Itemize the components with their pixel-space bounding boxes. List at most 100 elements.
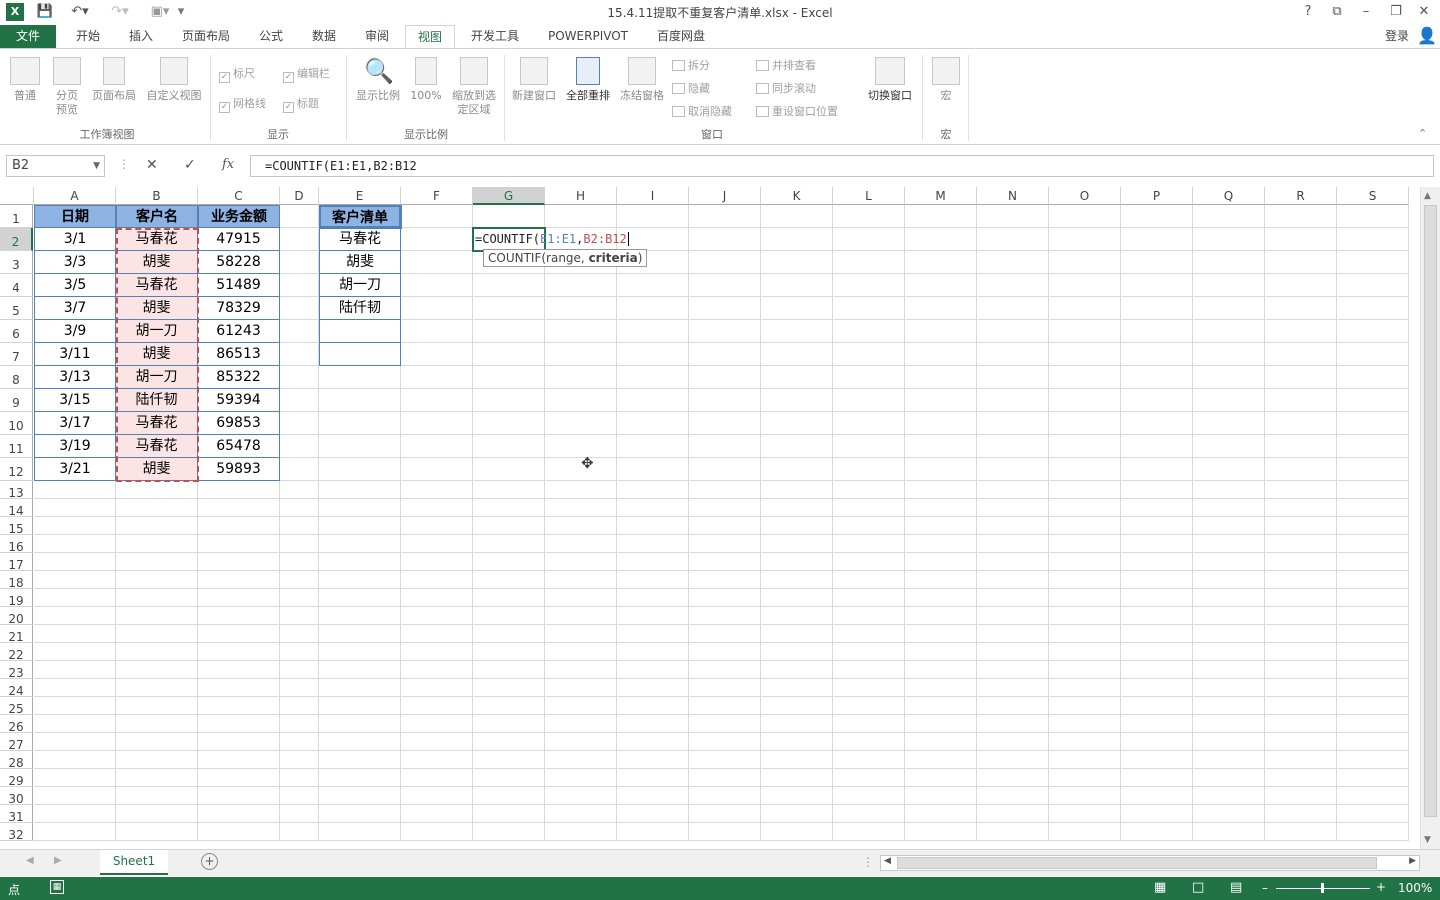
cell-h26[interactable] — [545, 715, 617, 733]
cell-h25[interactable] — [545, 697, 617, 715]
row-header-7[interactable]: 7 — [0, 343, 33, 366]
scroll-right-icon[interactable]: ▶ — [1409, 856, 1416, 866]
cell-o29[interactable] — [1049, 769, 1121, 787]
cell-a15[interactable] — [34, 517, 116, 535]
cell-s12[interactable] — [1337, 458, 1409, 481]
cell-p8[interactable] — [1121, 366, 1193, 389]
cell-c21[interactable] — [198, 625, 280, 643]
cell-s21[interactable] — [1337, 625, 1409, 643]
cell-a2[interactable]: 3/1 — [34, 228, 116, 251]
cell-p12[interactable] — [1121, 458, 1193, 481]
cell-e27[interactable] — [319, 733, 401, 751]
cell-o23[interactable] — [1049, 661, 1121, 679]
cell-d30[interactable] — [280, 787, 319, 805]
row-header-11[interactable]: 11 — [0, 435, 33, 458]
cell-r28[interactable] — [1265, 751, 1337, 769]
cell-s13[interactable] — [1337, 481, 1409, 499]
cell-j15[interactable] — [689, 517, 761, 535]
cell-c25[interactable] — [198, 697, 280, 715]
cell-a1[interactable]: 日期 — [34, 205, 116, 228]
cell-l13[interactable] — [833, 481, 905, 499]
cell-c31[interactable] — [198, 805, 280, 823]
cell-m25[interactable] — [905, 697, 977, 715]
row-header-18[interactable]: 18 — [0, 571, 33, 590]
cell-i19[interactable] — [617, 589, 689, 607]
page-break-status-icon[interactable]: ▤ — [1230, 880, 1242, 895]
cell-k31[interactable] — [761, 805, 833, 823]
cell-q18[interactable] — [1193, 571, 1265, 589]
cell-k8[interactable] — [761, 366, 833, 389]
cell-q4[interactable] — [1193, 274, 1265, 297]
cell-o21[interactable] — [1049, 625, 1121, 643]
cell-g10[interactable] — [473, 412, 545, 435]
cancel-icon[interactable]: ✕ — [146, 157, 158, 173]
cell-o31[interactable] — [1049, 805, 1121, 823]
cell-n14[interactable] — [977, 499, 1049, 517]
macros-button[interactable]: 宏 — [928, 57, 964, 103]
cell-f16[interactable] — [401, 535, 473, 553]
cell-b23[interactable] — [116, 661, 198, 679]
tab-review[interactable]: 审阅 — [357, 25, 397, 48]
row-header-19[interactable]: 19 — [0, 589, 33, 608]
cell-j5[interactable] — [689, 297, 761, 320]
cell-i4[interactable] — [617, 274, 689, 297]
cell-r19[interactable] — [1265, 589, 1337, 607]
cell-i20[interactable] — [617, 607, 689, 625]
cell-s19[interactable] — [1337, 589, 1409, 607]
cell-a27[interactable] — [34, 733, 116, 751]
cell-j3[interactable] — [689, 251, 761, 274]
cell-q8[interactable] — [1193, 366, 1265, 389]
cell-s17[interactable] — [1337, 553, 1409, 571]
cell-s32[interactable] — [1337, 823, 1409, 841]
cell-m18[interactable] — [905, 571, 977, 589]
cell-e15[interactable] — [319, 517, 401, 535]
cell-e32[interactable] — [319, 823, 401, 841]
cell-n8[interactable] — [977, 366, 1049, 389]
cell-i18[interactable] — [617, 571, 689, 589]
cell-j27[interactable] — [689, 733, 761, 751]
cell-s1[interactable] — [1337, 205, 1409, 228]
cell-q6[interactable] — [1193, 320, 1265, 343]
cell-g20[interactable] — [473, 607, 545, 625]
column-header-p[interactable]: P — [1121, 187, 1193, 205]
cell-j8[interactable] — [689, 366, 761, 389]
cell-q28[interactable] — [1193, 751, 1265, 769]
cell-p18[interactable] — [1121, 571, 1193, 589]
cell-s14[interactable] — [1337, 499, 1409, 517]
cell-l21[interactable] — [833, 625, 905, 643]
cell-o32[interactable] — [1049, 823, 1121, 841]
cell-b19[interactable] — [116, 589, 198, 607]
column-header-f[interactable]: F — [401, 187, 473, 205]
cell-d20[interactable] — [280, 607, 319, 625]
cell-s4[interactable] — [1337, 274, 1409, 297]
cell-g16[interactable] — [473, 535, 545, 553]
cell-h18[interactable] — [545, 571, 617, 589]
cell-k24[interactable] — [761, 679, 833, 697]
cell-h14[interactable] — [545, 499, 617, 517]
cell-p23[interactable] — [1121, 661, 1193, 679]
cell-q17[interactable] — [1193, 553, 1265, 571]
new-window-button[interactable]: 新建窗口 — [508, 57, 560, 103]
cell-b30[interactable] — [116, 787, 198, 805]
cell-i22[interactable] — [617, 643, 689, 661]
cell-g32[interactable] — [473, 823, 545, 841]
cell-o22[interactable] — [1049, 643, 1121, 661]
cell-j2[interactable] — [689, 228, 761, 251]
cell-g5[interactable] — [473, 297, 545, 320]
cell-b26[interactable] — [116, 715, 198, 733]
cell-k13[interactable] — [761, 481, 833, 499]
cell-j18[interactable] — [689, 571, 761, 589]
cell-l3[interactable] — [833, 251, 905, 274]
cell-j25[interactable] — [689, 697, 761, 715]
cell-m29[interactable] — [905, 769, 977, 787]
cell-b28[interactable] — [116, 751, 198, 769]
cell-s23[interactable] — [1337, 661, 1409, 679]
cell-b24[interactable] — [116, 679, 198, 697]
cell-a3[interactable]: 3/3 — [34, 251, 116, 274]
cell-r29[interactable] — [1265, 769, 1337, 787]
cell-l10[interactable] — [833, 412, 905, 435]
cell-n6[interactable] — [977, 320, 1049, 343]
cell-a25[interactable] — [34, 697, 116, 715]
cell-o5[interactable] — [1049, 297, 1121, 320]
cell-s3[interactable] — [1337, 251, 1409, 274]
